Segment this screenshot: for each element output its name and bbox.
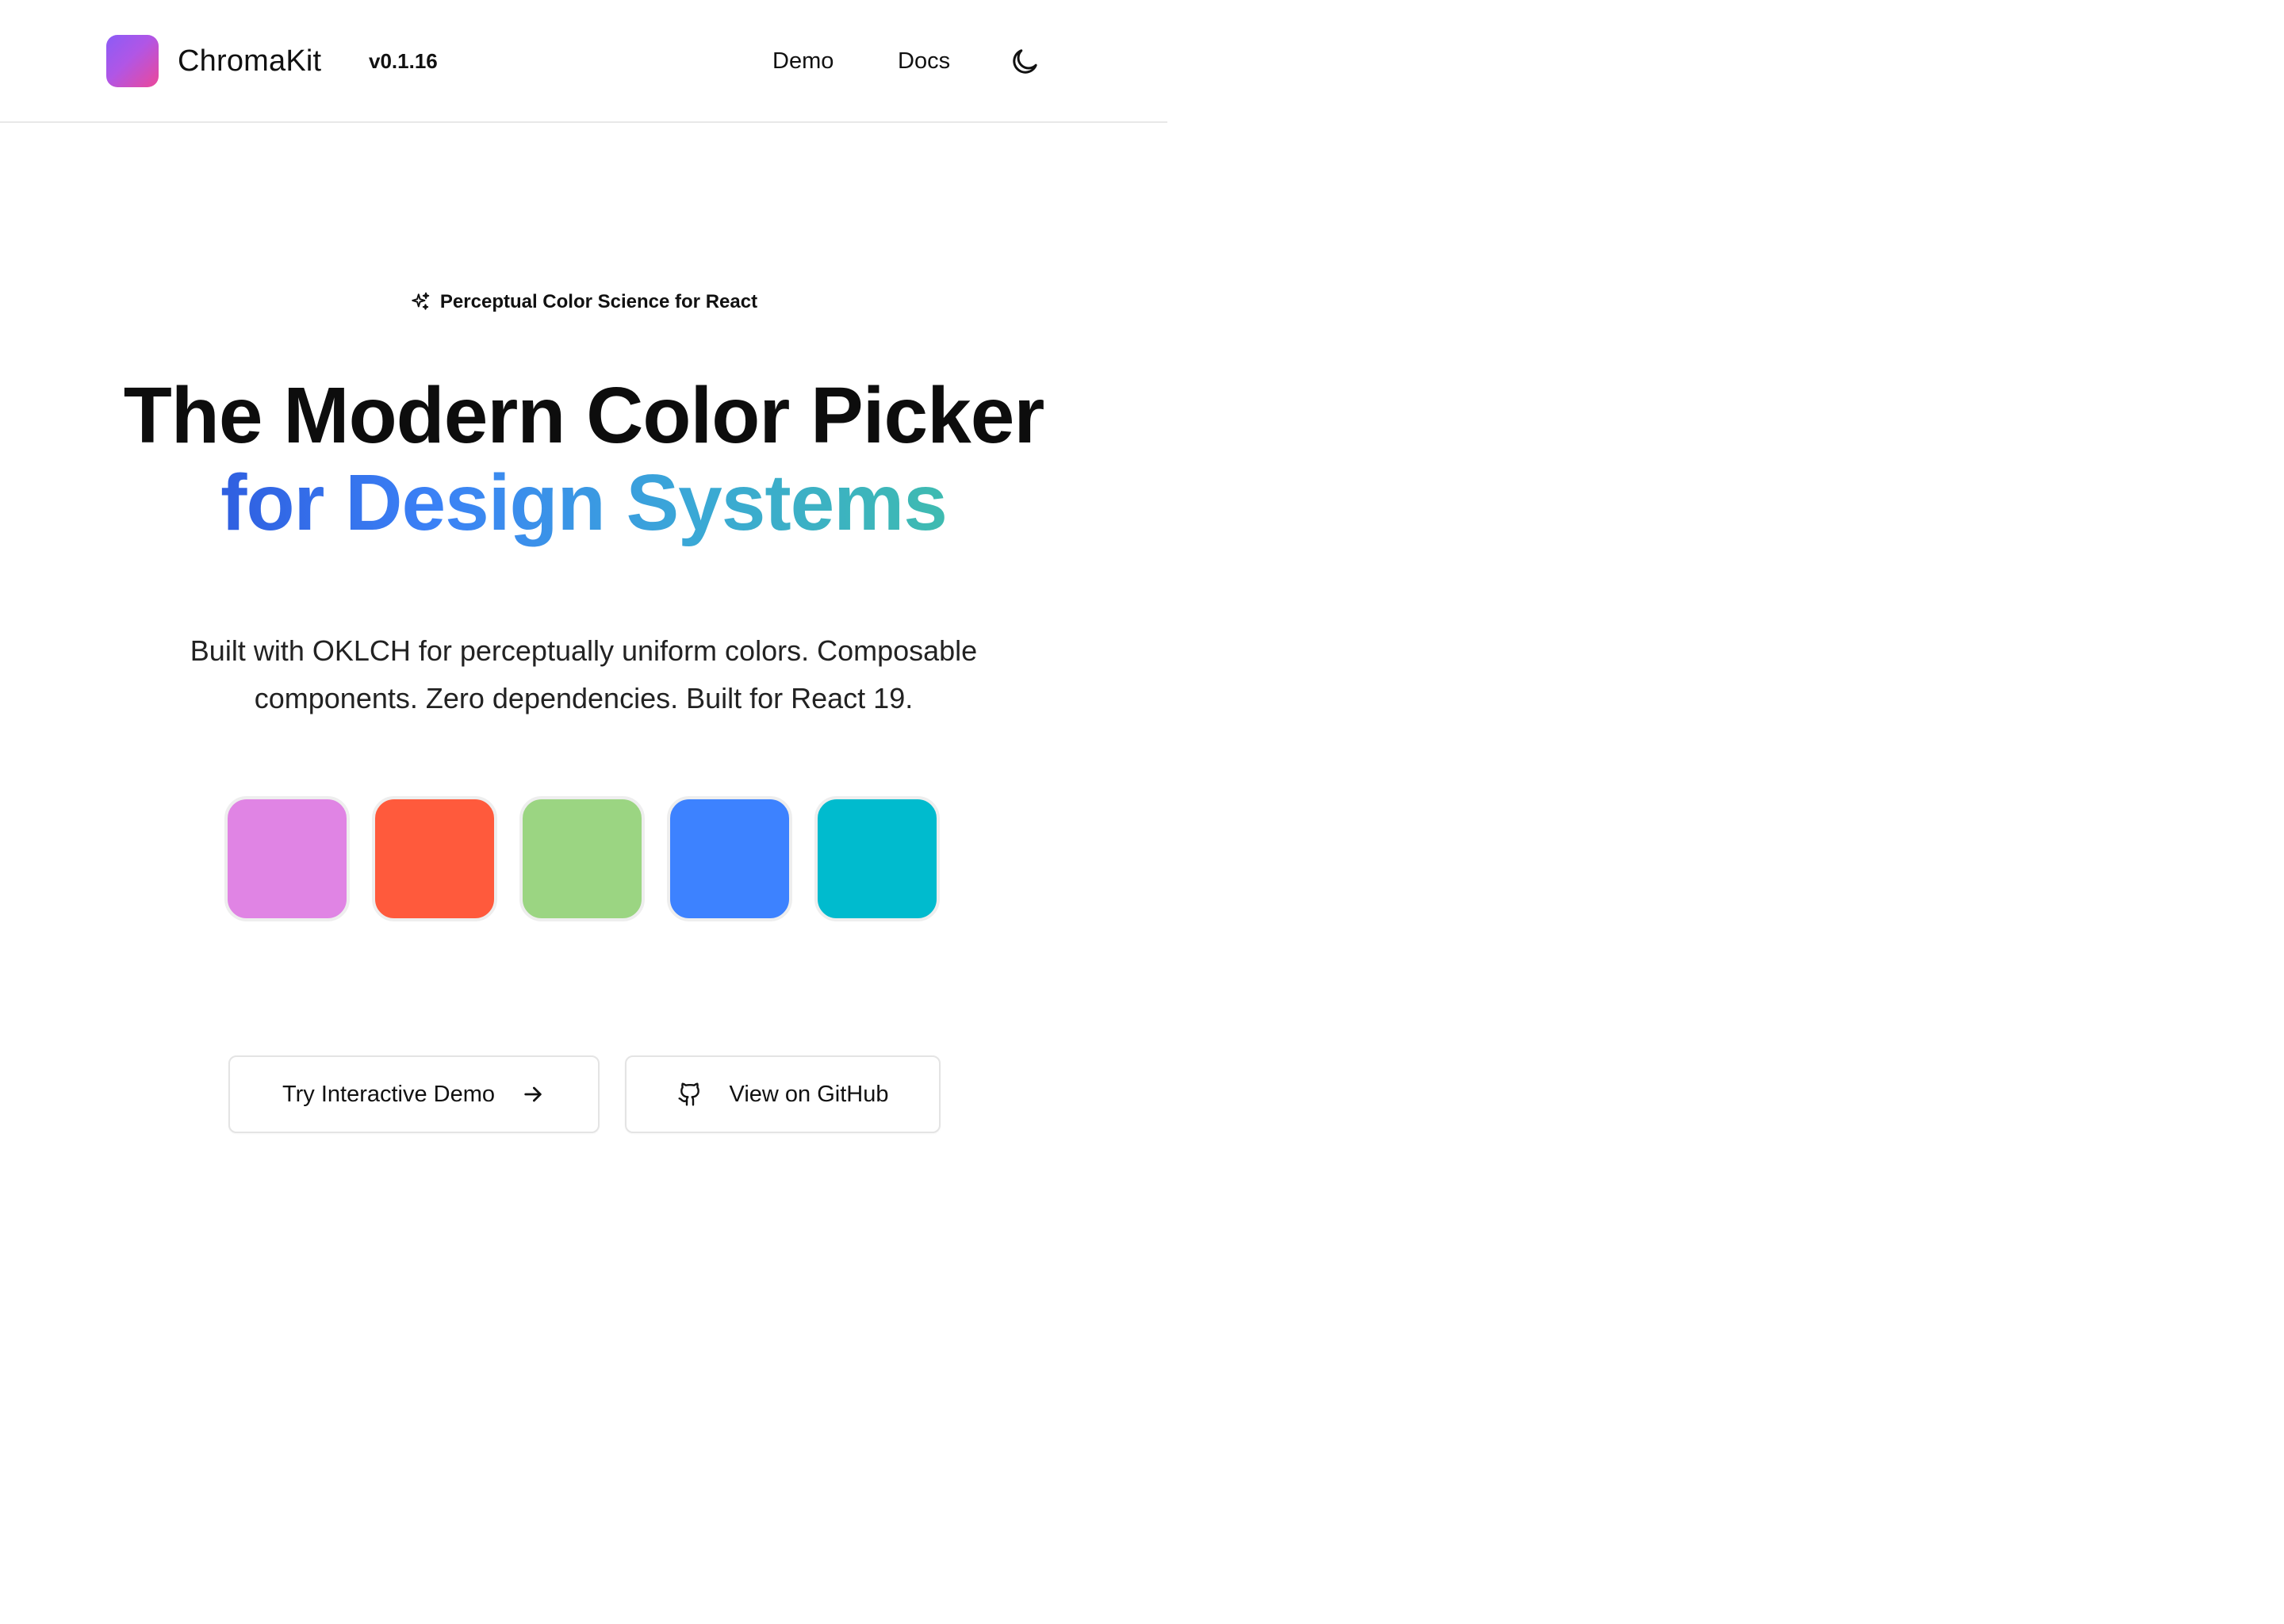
version-badge: v0.1.16 [369,49,438,73]
color-swatch[interactable] [224,796,350,921]
top-navbar: ChromaKit v0.1.16 Demo Docs [0,0,1167,123]
color-swatch-row [224,796,940,921]
logo-icon[interactable] [106,35,159,87]
color-swatch[interactable] [814,796,940,921]
brand-name[interactable]: ChromaKit [178,40,321,82]
try-demo-label: Try Interactive Demo [282,1081,496,1107]
tagline-text: Perceptual Color Science for React [439,291,758,312]
arrow-right-icon [524,1086,542,1102]
sparkles-icon [412,292,430,310]
nav-link-demo[interactable]: Demo [772,44,834,78]
hero-title: The Modern Color Picker [123,371,1045,460]
color-swatch[interactable] [519,796,645,921]
view-github-label: View on GitHub [729,1081,889,1107]
moon-icon [1013,49,1037,74]
color-swatch[interactable] [372,796,497,921]
view-github-button[interactable]: View on GitHub [625,1055,941,1133]
tagline: Perceptual Color Science for React [0,288,1167,316]
hero-subtitle: Built with OKLCH for perceptually unifor… [190,634,978,714]
try-demo-button[interactable]: Try Interactive Demo [228,1055,600,1133]
github-icon [677,1082,699,1106]
nav-link-docs[interactable]: Docs [898,44,950,78]
hero-title-gradient-text: for Design Systems [220,458,948,547]
hero-title-gradient: for Design Systems [0,458,1167,547]
color-swatch[interactable] [667,796,792,921]
theme-toggle-button[interactable] [1009,46,1040,78]
